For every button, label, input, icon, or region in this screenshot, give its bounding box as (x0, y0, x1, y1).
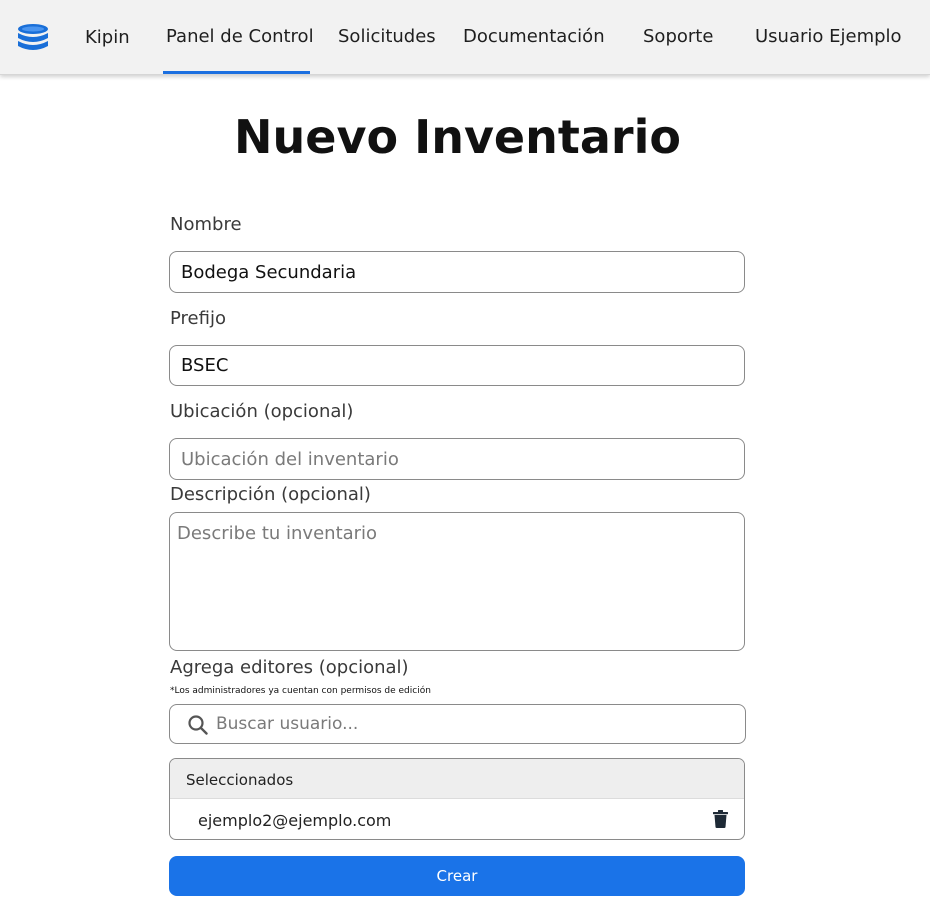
trash-icon[interactable] (712, 810, 729, 828)
nav-item-documentacion[interactable]: Documentación (463, 26, 605, 47)
create-button[interactable]: Crear (169, 856, 745, 896)
selected-editors-panel: Seleccionados ejemplo2@ejemplo.com (169, 758, 745, 840)
active-tab-indicator (163, 71, 310, 74)
nav-item-panel-de-control[interactable]: Panel de Control (166, 26, 314, 47)
editors-label: Agrega editores (opcional) (170, 657, 409, 678)
nav-item-user-menu[interactable]: Usuario Ejemplo (755, 26, 902, 47)
prefix-field[interactable] (169, 345, 745, 386)
nav-item-solicitudes[interactable]: Solicitudes (338, 26, 436, 47)
selected-editor-email: ejemplo2@ejemplo.com (198, 811, 392, 830)
description-field[interactable] (169, 512, 745, 651)
selected-editors-title: Seleccionados (186, 771, 294, 789)
database-stack-icon[interactable] (16, 24, 50, 52)
nav-item-soporte[interactable]: Soporte (643, 26, 713, 47)
page-title: Nuevo Inventario (234, 110, 681, 164)
selected-editors-header: Seleccionados (170, 759, 744, 799)
name-field[interactable] (169, 251, 745, 293)
user-search-input[interactable] (216, 706, 736, 742)
prefix-label: Prefijo (170, 308, 226, 329)
name-label: Nombre (170, 214, 242, 235)
location-field[interactable] (169, 438, 745, 480)
user-search-box (169, 704, 746, 744)
search-icon (188, 715, 208, 735)
location-label: Ubicación (opcional) (170, 401, 354, 422)
description-label: Descripción (opcional) (170, 484, 371, 505)
editors-hint: *Los administradores ya cuentan con perm… (170, 686, 431, 696)
brand-name[interactable]: Kipin (85, 27, 130, 48)
navbar: Kipin Panel de Control Solicitudes Docum… (0, 0, 930, 75)
